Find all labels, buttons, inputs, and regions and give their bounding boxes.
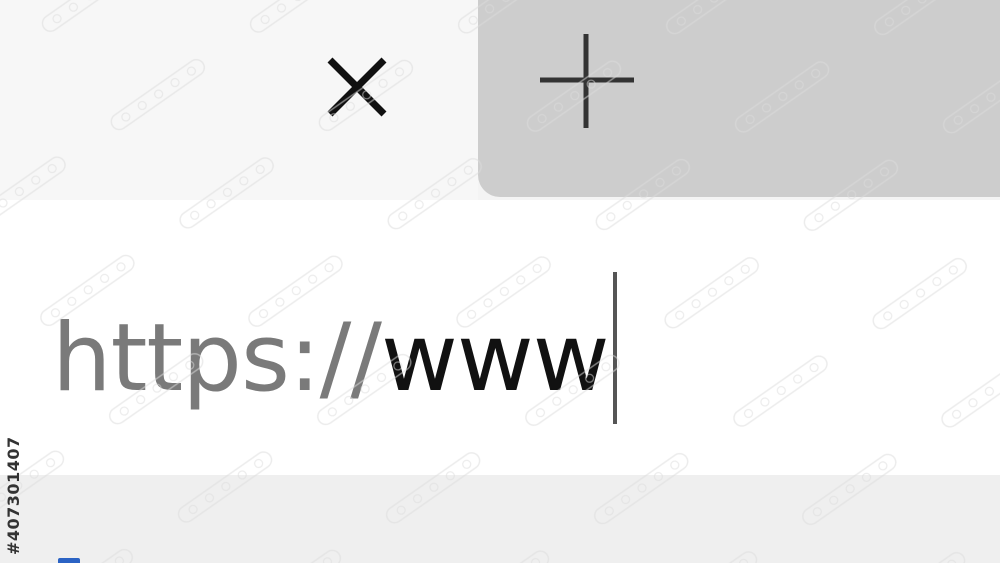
url-scheme-text: https:// <box>52 304 382 413</box>
address-bar[interactable]: https://www <box>0 200 1000 475</box>
close-tab-button[interactable] <box>318 52 396 124</box>
text-cursor <box>612 272 617 424</box>
tab-strip-empty-area[interactable] <box>478 0 1000 197</box>
url-typed-text: www <box>380 304 610 413</box>
close-icon <box>327 57 387 117</box>
tab-strip <box>0 0 1000 200</box>
page-content-area <box>0 475 1000 563</box>
partial-blue-element <box>58 558 80 563</box>
new-tab-button[interactable] <box>530 30 642 134</box>
watermark-id-text: #407301407 <box>4 436 23 555</box>
browser-window: https://www #407301407 <box>0 0 1000 563</box>
active-tab[interactable] <box>0 0 478 200</box>
plus-icon <box>540 34 634 128</box>
url-input[interactable]: https://www <box>52 272 617 424</box>
